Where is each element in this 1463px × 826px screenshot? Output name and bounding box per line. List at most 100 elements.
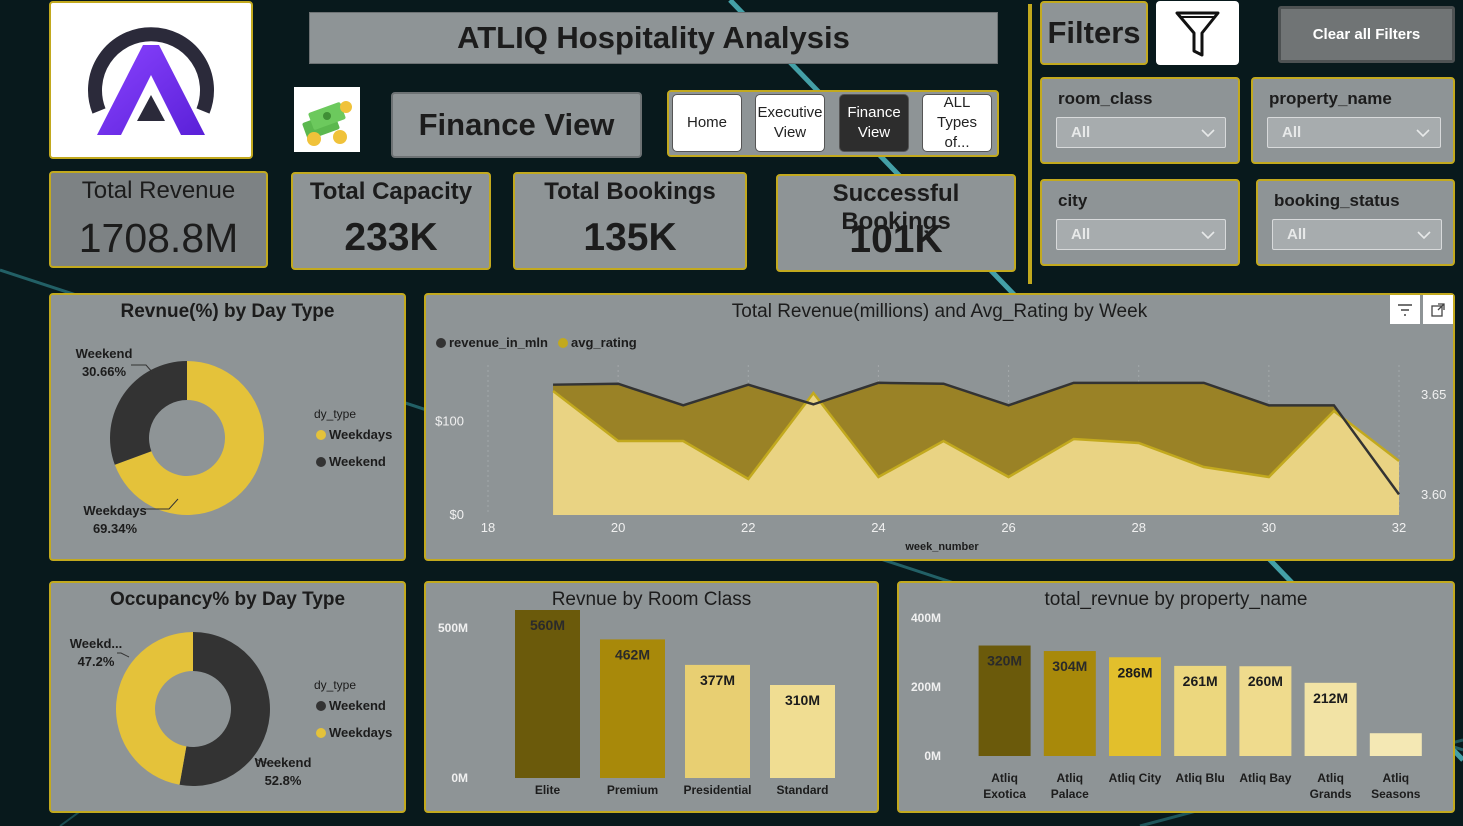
slice-value-label: 47.2% bbox=[78, 654, 115, 669]
legend-item-revenue[interactable]: revenue_in_mln bbox=[449, 335, 548, 350]
slice-value-label: 52.8% bbox=[265, 773, 302, 788]
slicer-booking-status: booking_status All bbox=[1256, 179, 1455, 266]
legend-marker bbox=[436, 338, 446, 348]
slicer-property-name: property_name All bbox=[1251, 77, 1455, 164]
kpi-total-bookings: Total Bookings 135K bbox=[513, 172, 747, 270]
booking-status-value: All bbox=[1287, 226, 1307, 243]
y-left-tick-label: $0 bbox=[450, 507, 464, 522]
x-tick-label: Atliq bbox=[991, 771, 1018, 785]
legend-title: dy_type bbox=[314, 678, 356, 692]
bar-value-label: 560M bbox=[530, 617, 565, 633]
legend-marker bbox=[558, 338, 568, 348]
kpi-value: 233K bbox=[344, 216, 438, 259]
x-tick-label: 18 bbox=[481, 520, 495, 535]
slice-value-label: 30.66% bbox=[82, 364, 127, 379]
revenue-day-type-donut: Weekdays 69.34% Weekend 30.66% dy_type Weekda… bbox=[76, 346, 393, 536]
legend-title: dy_type bbox=[314, 407, 356, 421]
x-tick-label: Atliq Blu bbox=[1176, 771, 1225, 785]
y-left-tick-label: $100 bbox=[435, 413, 464, 428]
revenue-day-type-card: Revnue(%) by Day Type Weekdays 69.34% Week… bbox=[49, 293, 406, 561]
revenue-room-class-card: Revnue by Room Class 0M 500M 560M Elite 462M… bbox=[424, 581, 879, 813]
x-tick-label: Standard bbox=[776, 783, 828, 797]
nav-all-types-button[interactable]: ALL Types of... bbox=[922, 94, 992, 152]
y-right-tick-label: 3.65 bbox=[1421, 387, 1446, 402]
x-tick-label: Atliq bbox=[1317, 771, 1344, 785]
bar-value-label: 260M bbox=[1248, 673, 1283, 689]
legend-marker bbox=[316, 701, 326, 711]
slicer-room-class: room_class All bbox=[1040, 77, 1240, 164]
bar-value-label: 320M bbox=[987, 653, 1022, 669]
slice-category-label: Weekend bbox=[255, 755, 312, 770]
x-tick-label: Atliq City bbox=[1109, 771, 1162, 785]
legend-item-weekend[interactable]: Weekend bbox=[329, 698, 386, 713]
y-tick-label: 0M bbox=[924, 749, 941, 763]
logo-card bbox=[49, 1, 253, 159]
donut-slice-weekdays[interactable] bbox=[116, 632, 193, 785]
bar[interactable] bbox=[515, 610, 580, 778]
x-tick-label: Premium bbox=[607, 783, 658, 797]
revenue-rating-chart: 18 20 22 24 26 28 30 32 $0 $100 3.60 3.65 week_numbe… bbox=[435, 335, 1446, 553]
slice-category-label: Weekdays bbox=[83, 503, 146, 518]
filters-heading: Filters bbox=[1047, 15, 1141, 50]
bar[interactable] bbox=[1369, 733, 1422, 756]
slice-category-label: Weekd... bbox=[70, 636, 123, 651]
legend-marker bbox=[316, 728, 326, 738]
room-class-dropdown[interactable]: All bbox=[1056, 117, 1226, 148]
legend-item-weekend[interactable]: Weekend bbox=[329, 454, 386, 469]
city-value: All bbox=[1071, 226, 1091, 243]
y-tick-label: 200M bbox=[911, 680, 941, 694]
bar-value-label: 304M bbox=[1052, 658, 1087, 674]
x-tick-label: Elite bbox=[535, 783, 561, 797]
x-tick-label: Atliq bbox=[1056, 771, 1083, 785]
bar-value-label: 462M bbox=[615, 646, 650, 662]
x-tick-label: 20 bbox=[611, 520, 625, 535]
x-tick-label: Atliq Bay bbox=[1239, 771, 1291, 785]
legend-item-weekdays[interactable]: Weekdays bbox=[329, 427, 392, 442]
bar-value-label: 261M bbox=[1183, 673, 1218, 689]
atliq-logo bbox=[88, 27, 214, 135]
kpi-total-revenue: Total Revenue 1708.8M bbox=[49, 171, 268, 268]
filter-divider bbox=[1028, 4, 1032, 284]
x-tick-label: Presidential bbox=[683, 783, 751, 797]
chevron-down-icon bbox=[1416, 129, 1430, 138]
city-dropdown[interactable]: All bbox=[1056, 219, 1226, 250]
clear-all-filters-button[interactable]: Clear all Filters bbox=[1278, 6, 1455, 63]
y-tick-label: 0M bbox=[451, 771, 468, 785]
nav-executive-view-button[interactable]: Executive View bbox=[755, 94, 825, 152]
kpi-label: Total Revenue bbox=[81, 177, 236, 204]
x-tick-label: 28 bbox=[1131, 520, 1145, 535]
legend-marker bbox=[316, 457, 326, 467]
x-tick-label: Exotica bbox=[983, 787, 1026, 801]
slicer-property-name-title: property_name bbox=[1269, 89, 1392, 108]
bar-value-label: 377M bbox=[700, 672, 735, 688]
x-tick-label: Atliq bbox=[1382, 771, 1409, 785]
room-class-value: All bbox=[1071, 124, 1091, 141]
legend-item-rating[interactable]: avg_rating bbox=[571, 335, 637, 350]
property-name-dropdown[interactable]: All bbox=[1267, 117, 1441, 148]
x-tick-label: Seasons bbox=[1371, 787, 1421, 801]
nav-home-button[interactable]: Home bbox=[672, 94, 742, 152]
revenue-room-class-chart: 0M 500M 560M Elite 462M Premium 377M Presidenti… bbox=[438, 610, 835, 797]
filter-funnel-icon bbox=[1156, 1, 1239, 65]
bar-value-label: 286M bbox=[1117, 664, 1152, 680]
occupancy-day-type-donut: Weekend 52.8% Weekd... 47.2% dy_type Weekend W… bbox=[70, 632, 392, 788]
nav-finance-view-button[interactable]: Finance View bbox=[839, 94, 909, 152]
y-right-tick-label: 3.60 bbox=[1421, 487, 1446, 502]
slicer-room-class-title: room_class bbox=[1058, 89, 1153, 108]
clear-all-filters-label: Clear all Filters bbox=[1312, 26, 1421, 43]
booking-status-dropdown[interactable]: All bbox=[1272, 219, 1442, 250]
legend-item-weekdays[interactable]: Weekdays bbox=[329, 725, 392, 740]
revenue-rating-week-card: Total Revenue(millions) and Avg_Rating b… bbox=[424, 293, 1455, 561]
slicer-city: city All bbox=[1040, 179, 1240, 266]
slicer-city-title: city bbox=[1058, 191, 1088, 210]
slice-value-label: 69.34% bbox=[93, 521, 138, 536]
money-icon bbox=[294, 87, 360, 152]
bar-value-label: 310M bbox=[785, 692, 820, 708]
kpi-label: Total Bookings bbox=[544, 178, 716, 205]
leader-line bbox=[117, 652, 130, 658]
filters-heading-card: Filters bbox=[1040, 1, 1148, 65]
y-tick-label: 500M bbox=[438, 621, 468, 635]
x-tick-label: 32 bbox=[1392, 520, 1406, 535]
kpi-successful-bookings: Successful Bookings 101K bbox=[776, 174, 1016, 272]
kpi-value: 101K bbox=[849, 218, 943, 261]
